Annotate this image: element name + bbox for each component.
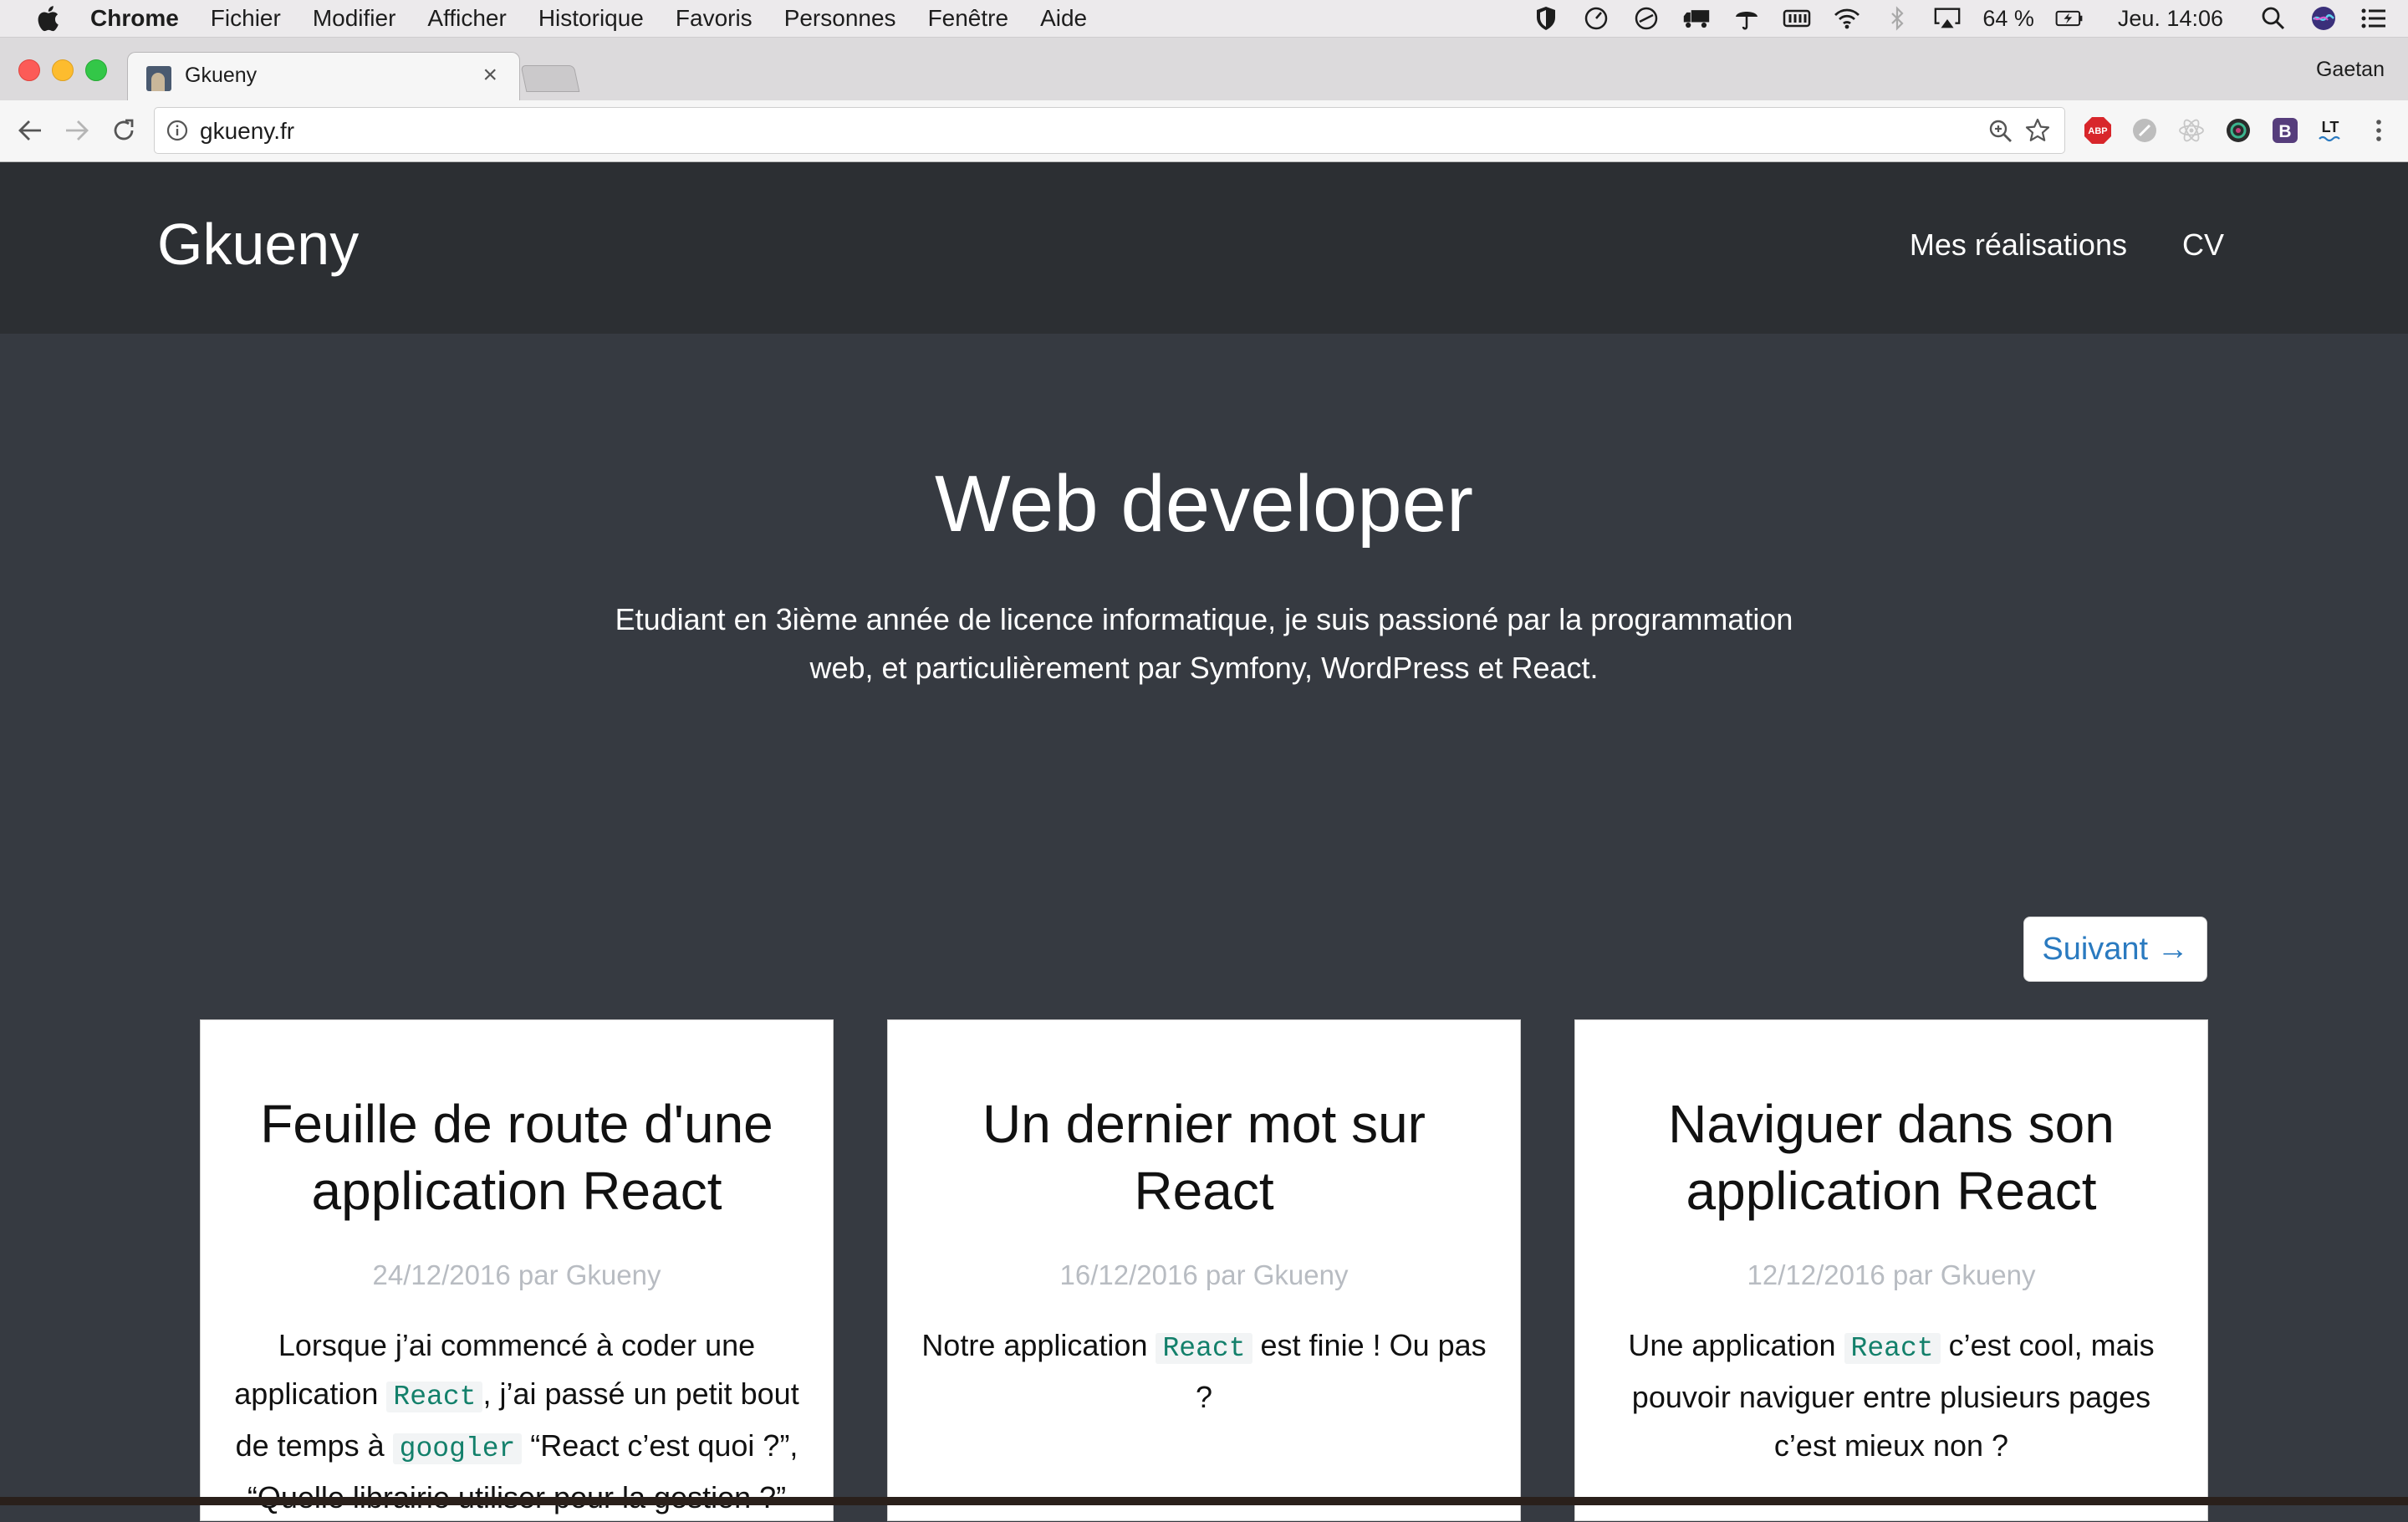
menu-modifier[interactable]: Modifier	[313, 5, 396, 32]
svg-text:LT: LT	[2322, 119, 2339, 135]
umbrella-icon[interactable]	[1732, 4, 1761, 33]
battery-percent: 64 %	[1982, 5, 2034, 31]
site-favicon-icon	[146, 66, 171, 91]
menu-afficher[interactable]: Afficher	[427, 5, 506, 32]
bookmark-star-icon[interactable]	[2024, 117, 2051, 144]
back-arrow-icon[interactable]	[13, 114, 47, 147]
hero-description: Etudiant en 3ième année de licence infor…	[615, 602, 1793, 685]
menu-fenetre[interactable]: Fenêtre	[928, 5, 1009, 32]
status-area: 64 % Jeu. 14:06	[1521, 0, 2408, 37]
bluetooth-icon[interactable]	[1883, 4, 1911, 33]
new-tab-button[interactable]	[520, 65, 580, 92]
menu-fichier[interactable]: Fichier	[211, 5, 281, 32]
post-title[interactable]: Un dernier mot sur React	[910, 1090, 1498, 1224]
battery-icon[interactable]	[2055, 4, 2084, 33]
excerpt-text: Une application	[1628, 1328, 1844, 1362]
clock[interactable]: Jeu. 14:06	[2118, 6, 2223, 32]
tab-title: Gkueny	[185, 64, 258, 87]
site-header: Gkueny Mes réalisations CV	[0, 162, 2408, 334]
post-excerpt: Une application React c’est cool, mais p…	[1597, 1321, 2186, 1470]
post-meta: 24/12/2016 par Gkueny	[372, 1259, 661, 1290]
post-card[interactable]: Naviguer dans son application React 12/1…	[1574, 1019, 2208, 1521]
menu-bar: Chrome Fichier Modifier Afficher Histori…	[0, 0, 2408, 38]
info-icon[interactable]	[166, 120, 188, 141]
post-card[interactable]: Un dernier mot sur React 16/12/2016 par …	[887, 1019, 1521, 1521]
tab-strip: Gkueny × Gaetan	[0, 38, 2408, 100]
wifi-icon[interactable]	[1833, 4, 1861, 33]
profile-button[interactable]: Gaetan	[2316, 58, 2385, 82]
airplay-icon[interactable]	[1933, 4, 1962, 33]
post-title[interactable]: Naviguer dans son application React	[1597, 1090, 2186, 1224]
reload-icon[interactable]	[107, 114, 140, 147]
forward-arrow-icon[interactable]	[60, 114, 94, 147]
browser-toolbar: gkueny.fr ABP B LT	[0, 100, 2408, 162]
adblock-plus-icon[interactable]: ABP	[2082, 115, 2114, 146]
color-picker-icon[interactable]	[2129, 115, 2161, 146]
hero-title: Web developer	[935, 459, 1473, 549]
address-bar[interactable]: gkueny.fr	[154, 107, 2065, 154]
inline-code: React	[386, 1382, 483, 1412]
post-excerpt: Lorsque j’ai commencé à coder une applic…	[222, 1321, 811, 1522]
excerpt-text: Notre application	[921, 1328, 1156, 1362]
shield-icon[interactable]	[1532, 4, 1560, 33]
speedometer-icon[interactable]	[1582, 4, 1610, 33]
languagetool-icon[interactable]: LT	[2314, 115, 2346, 146]
post-excerpt: Notre application React est finie ! Ou p…	[910, 1321, 1498, 1422]
blocked-icon[interactable]	[1632, 4, 1661, 33]
post-meta: 12/12/2016 par Gkueny	[1747, 1259, 2036, 1290]
chrome-menu-icon[interactable]	[2363, 115, 2395, 146]
inline-code: React	[1156, 1333, 1252, 1364]
url-text[interactable]: gkueny.fr	[200, 118, 294, 145]
window-minimize-button[interactable]	[52, 59, 74, 81]
site-nav: Mes réalisations CV	[1854, 227, 2224, 263]
menu-historique[interactable]: Historique	[538, 5, 644, 32]
bootstrap-icon[interactable]: B	[2269, 115, 2301, 146]
menu-favoris[interactable]: Favoris	[676, 5, 752, 32]
site-brand[interactable]: Gkueny	[157, 211, 359, 278]
window-maximize-button[interactable]	[85, 59, 107, 81]
react-devtools-icon[interactable]	[2176, 115, 2207, 146]
siri-icon[interactable]	[2309, 4, 2338, 33]
next-page-button[interactable]: Suivant →	[2023, 917, 2207, 982]
inline-code: React	[1844, 1333, 1941, 1364]
post-meta: 16/12/2016 par Gkueny	[1059, 1259, 1349, 1290]
memory-icon[interactable]	[1783, 4, 1811, 33]
truck-icon[interactable]	[1682, 4, 1711, 33]
notification-center-icon[interactable]	[2360, 4, 2388, 33]
menu-app-chrome[interactable]: Chrome	[90, 5, 179, 32]
apple-icon[interactable]	[35, 5, 60, 32]
tab-gkueny[interactable]: Gkueny ×	[127, 52, 520, 100]
post-title[interactable]: Feuille de route d'une application React	[222, 1090, 811, 1224]
window-close-button[interactable]	[18, 59, 40, 81]
svg-text:ABP: ABP	[2088, 126, 2107, 136]
menu-aide[interactable]: Aide	[1040, 5, 1087, 32]
nav-link-cv[interactable]: CV	[2182, 227, 2224, 263]
inline-code: googler	[392, 1433, 523, 1464]
spotlight-search-icon[interactable]	[2259, 4, 2288, 33]
menu-personnes[interactable]: Personnes	[784, 5, 896, 32]
nav-link-realisations[interactable]: Mes réalisations	[1910, 227, 2127, 263]
tab-close-icon[interactable]: ×	[482, 61, 497, 89]
zoom-icon[interactable]	[1987, 118, 2014, 145]
svg-text:B: B	[2278, 122, 2291, 141]
camera-lens-icon[interactable]	[2222, 115, 2254, 146]
post-card[interactable]: Feuille de route d'une application React…	[200, 1019, 834, 1521]
desktop-edge	[0, 1497, 2408, 1505]
